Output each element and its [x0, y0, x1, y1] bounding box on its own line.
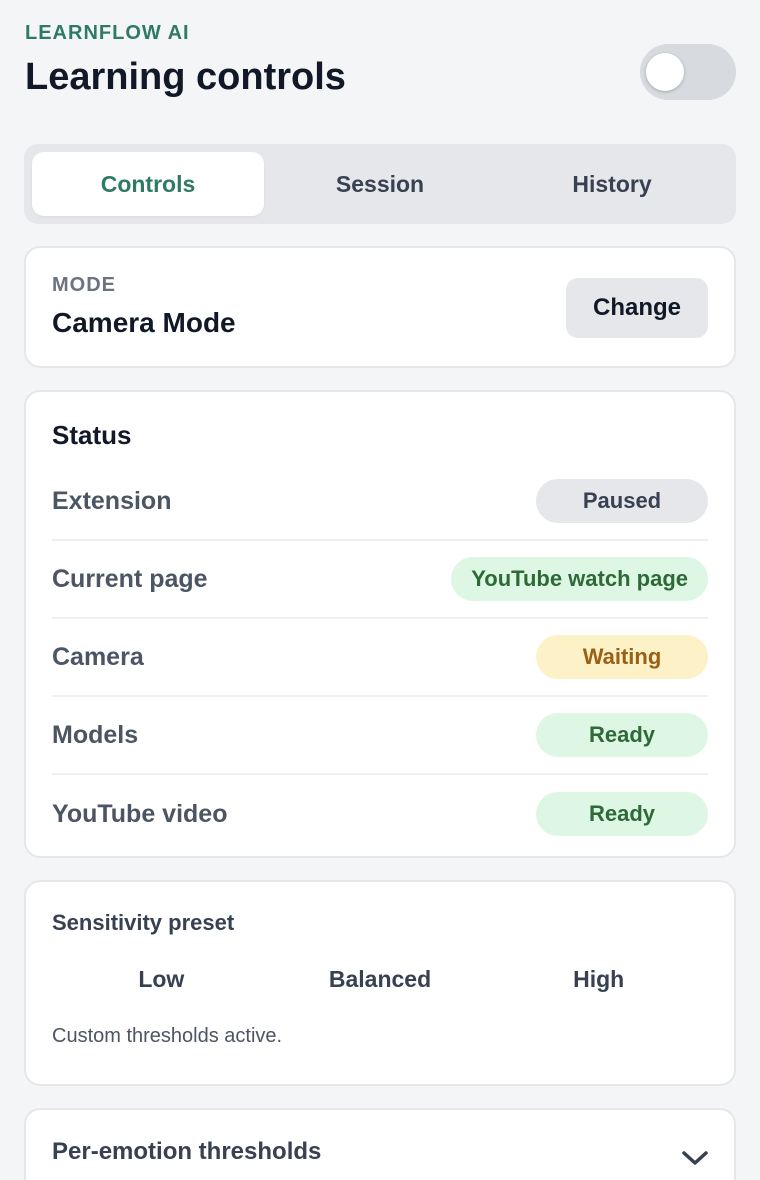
sensitivity-card: Sensitivity preset Low Balanced High Cus…: [24, 880, 736, 1086]
sensitivity-note: Custom thresholds active.: [52, 1025, 283, 1047]
status-badge: Ready: [536, 713, 708, 757]
sensitivity-options: Low Balanced High: [52, 966, 708, 993]
sensitivity-option-high[interactable]: High: [489, 966, 708, 993]
per-emotion-title: Per-emotion thresholds: [52, 1138, 322, 1165]
status-card: Status Extension Paused Current page You…: [24, 390, 736, 858]
tab-bar: Controls Session History: [24, 144, 736, 224]
toggle-knob: [646, 53, 684, 91]
status-badge: Waiting: [536, 635, 708, 679]
status-badge: Paused: [536, 479, 708, 523]
page-title: Learning controls: [25, 56, 346, 98]
status-title: Status: [52, 420, 132, 450]
sensitivity-option-balanced[interactable]: Balanced: [271, 966, 490, 993]
status-name: YouTube video: [52, 799, 228, 828]
popup-page: LEARNFLOW AI Learning controls Controls …: [0, 0, 760, 1180]
status-row-models: Models Ready: [52, 697, 708, 775]
extension-toggle[interactable]: [640, 44, 736, 100]
sensitivity-option-low[interactable]: Low: [52, 966, 271, 993]
change-mode-button[interactable]: Change: [566, 278, 708, 338]
status-badge: Ready: [536, 792, 708, 836]
status-name: Extension: [52, 486, 172, 515]
status-name: Current page: [52, 564, 208, 593]
status-row-current-page: Current page YouTube watch page: [52, 541, 708, 619]
status-badge: YouTube watch page: [451, 557, 708, 601]
status-name: Models: [52, 720, 139, 749]
sensitivity-title: Sensitivity preset: [52, 910, 235, 935]
status-name: Camera: [52, 642, 144, 671]
tab-session[interactable]: Session: [264, 152, 496, 216]
mode-card: MODE Camera Mode Change: [24, 246, 736, 368]
chevron-down-icon[interactable]: [680, 1146, 710, 1170]
status-row-extension: Extension Paused: [52, 463, 708, 541]
per-emotion-thresholds-card[interactable]: Per-emotion thresholds: [24, 1108, 736, 1180]
tab-controls[interactable]: Controls: [32, 152, 264, 216]
brand-label: LEARNFLOW AI: [25, 22, 190, 44]
status-row-youtube-video: YouTube video Ready: [52, 775, 708, 853]
header: LEARNFLOW AI Learning controls: [24, 0, 736, 126]
tab-history[interactable]: History: [496, 152, 728, 216]
status-row-camera: Camera Waiting: [52, 619, 708, 697]
